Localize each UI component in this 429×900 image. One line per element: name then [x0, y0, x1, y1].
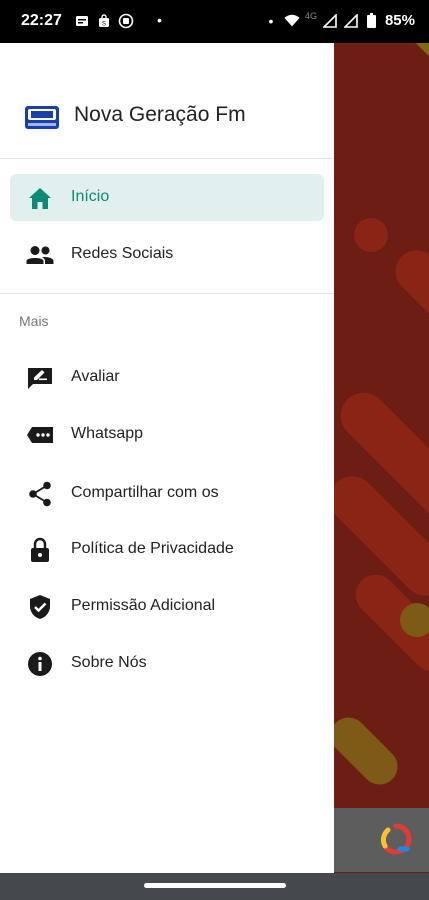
lock-icon [26, 536, 54, 564]
system-icons: • 4G 85% [263, 10, 416, 30]
nav-item-whatsapp[interactable]: Whatsapp [10, 411, 324, 458]
section-title-mais: Mais [19, 313, 49, 329]
notification-icons: S [74, 13, 134, 29]
svg-text:S: S [102, 22, 106, 28]
radio-notification-icon [118, 13, 134, 29]
background-circle [400, 603, 429, 637]
dot-icon: • [268, 12, 274, 29]
nav-label: Início [71, 188, 110, 205]
background-stripe [334, 709, 406, 793]
status-bar: 22:27 S • • 4G 85% [0, 0, 429, 43]
message-icon [26, 421, 54, 449]
message-notification-icon [74, 13, 90, 29]
status-time: 22:27 [21, 12, 62, 29]
network-type: 4G [304, 10, 317, 21]
info-icon [26, 650, 54, 678]
rate-review-icon [26, 364, 54, 392]
nav-item-compartilhar[interactable]: Compartilhar com os [10, 470, 324, 517]
home-gesture-handle[interactable] [144, 883, 286, 888]
battery-icon [364, 13, 380, 29]
background-circle [354, 218, 388, 252]
people-icon [26, 241, 54, 269]
navigation-drawer: Nova Geração Fm Início Redes Sociais Mai… [0, 43, 334, 873]
home-icon [26, 184, 54, 212]
app-title: Nova Geração Fm [74, 103, 246, 126]
nav-item-redes-sociais[interactable]: Redes Sociais [10, 231, 324, 278]
nav-label: Compartilhar com os [71, 484, 219, 501]
nav-item-sobre-nos[interactable]: Sobre Nós [10, 640, 324, 687]
nav-item-avaliar[interactable]: Avaliar [10, 354, 324, 401]
battery-percent: 85% [384, 12, 415, 29]
verified-shield-icon [26, 593, 54, 621]
ad-banner[interactable] [334, 808, 429, 872]
signal-icon-2 [343, 13, 359, 29]
nav-label: Avaliar [71, 368, 120, 385]
nav-label: Whatsapp [71, 425, 144, 442]
app-logo [25, 106, 59, 129]
nav-item-permissao-adicional[interactable]: Permissão Adicional [10, 583, 324, 630]
ad-logo-icon [380, 823, 412, 855]
signal-icon [322, 13, 338, 29]
nav-label: Permissão Adicional [71, 597, 216, 614]
nav-label: Redes Sociais [71, 245, 174, 262]
shopping-bag-notification-icon: S [96, 13, 112, 29]
more-notifications-dot: • [157, 12, 162, 28]
share-icon [26, 480, 54, 508]
wifi-icon [284, 13, 300, 29]
nav-item-inicio[interactable]: Início [10, 174, 324, 221]
background-app-content[interactable] [334, 43, 429, 873]
nav-item-politica-privacidade[interactable]: Política de Privacidade [10, 526, 324, 573]
nav-label: Política de Privacidade [71, 540, 234, 557]
background-stripe [386, 241, 429, 357]
system-navigation-bar [0, 873, 429, 900]
nav-label: Sobre Nós [71, 654, 147, 671]
divider [0, 293, 334, 294]
background-stripe [367, 43, 429, 80]
drawer-header: Nova Geração Fm [0, 43, 334, 159]
